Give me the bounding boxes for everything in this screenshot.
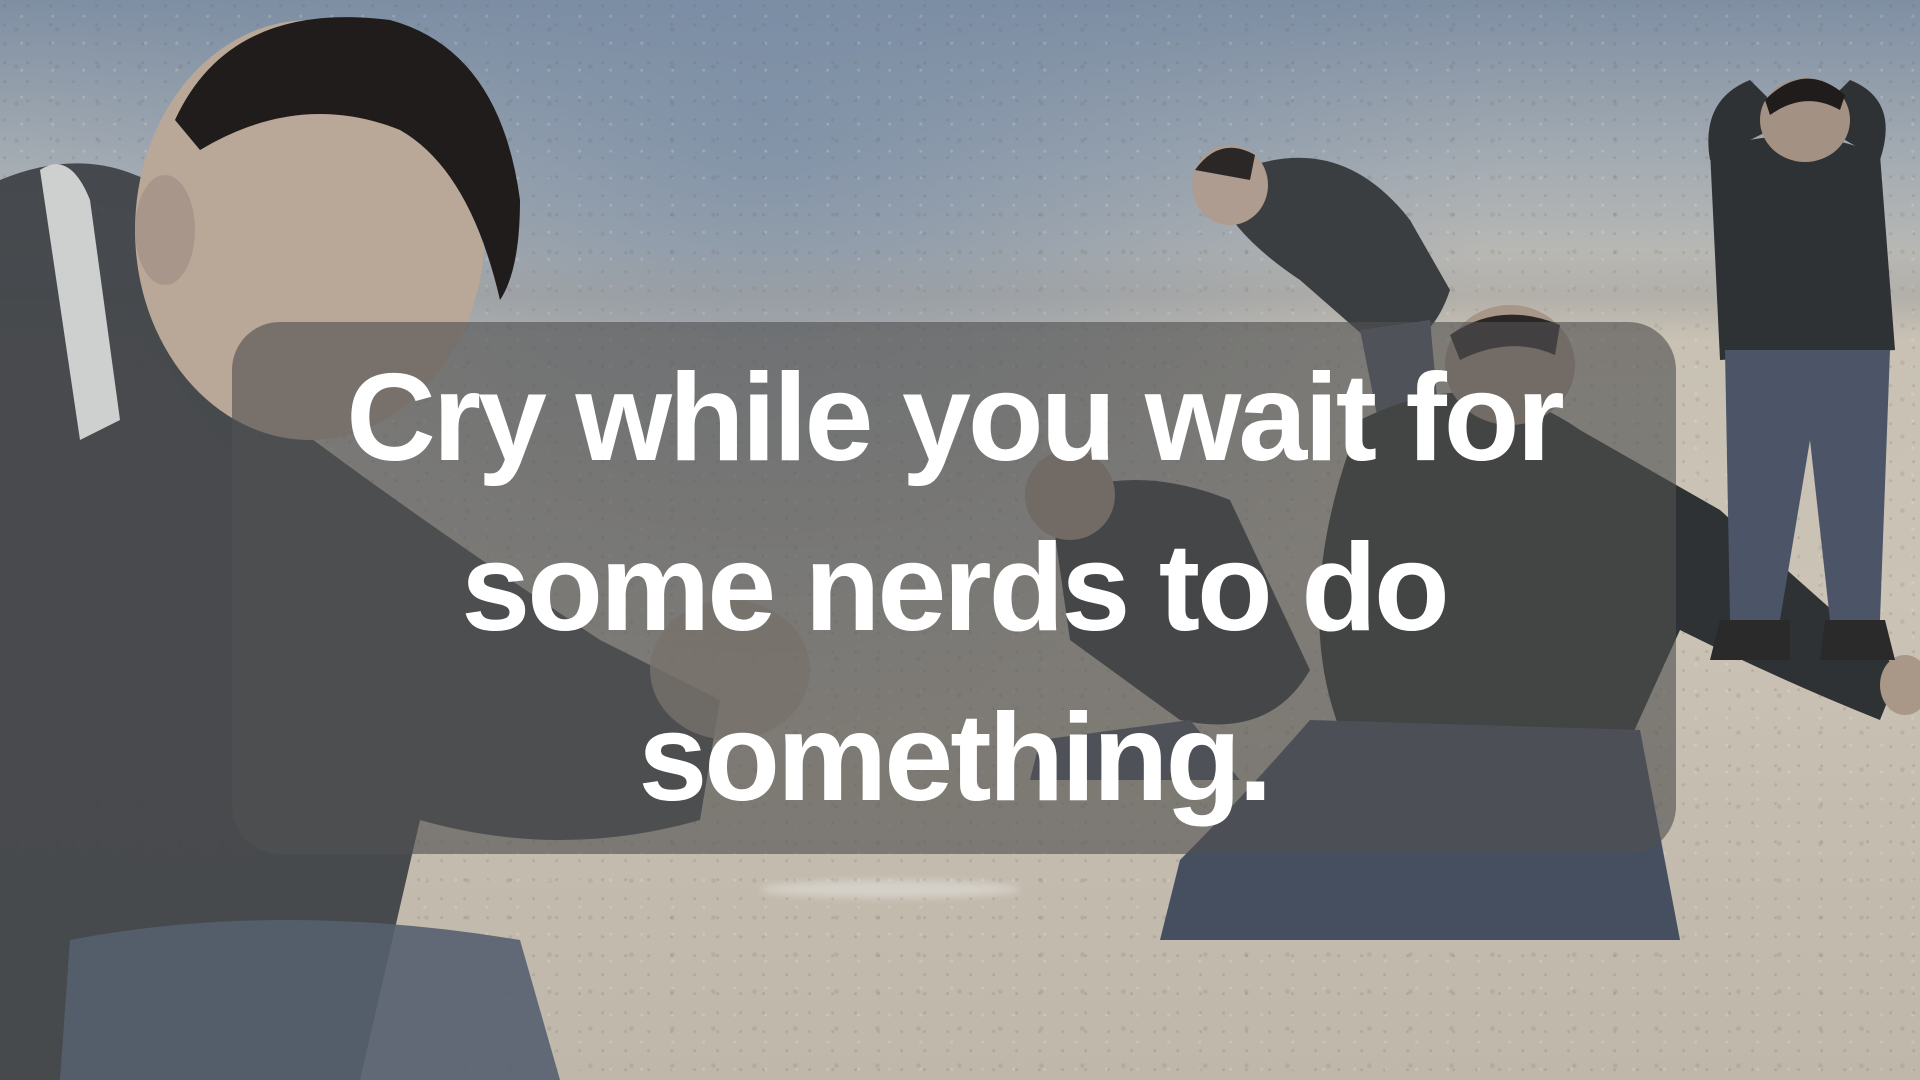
sea-foam [760, 880, 1020, 898]
caption-text: Cry while you wait for some nerds to do … [346, 333, 1565, 843]
caption-line-2: some nerds to do [461, 519, 1449, 657]
caption-line-3: something. [638, 689, 1272, 827]
standing-man-figure [1708, 78, 1895, 660]
caption-overlay: Cry while you wait for some nerds to do … [232, 322, 1676, 854]
caption-line-1: Cry while you wait for [346, 349, 1565, 487]
meme-image: Cry while you wait for some nerds to do … [0, 0, 1920, 1080]
